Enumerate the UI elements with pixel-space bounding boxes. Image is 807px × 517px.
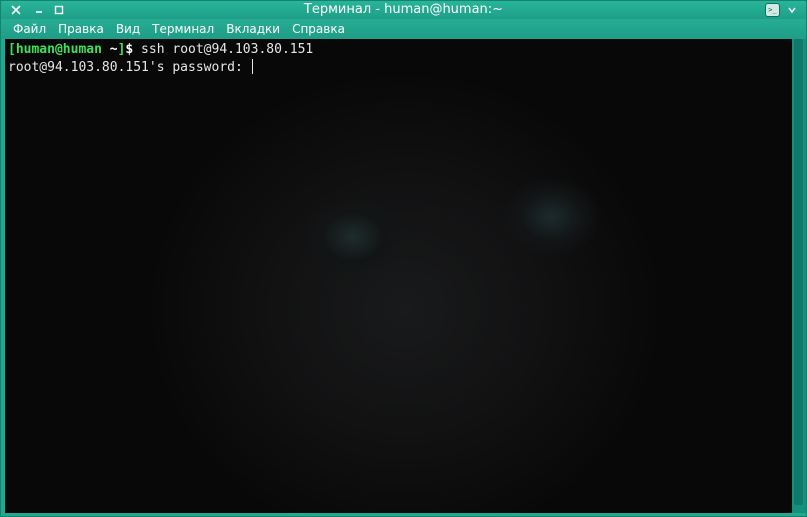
prompt-user-host: human@human [15,42,102,57]
terminal-window: Терминал - human@human:~ >_ Файл Правка … [0,0,807,517]
prompt-bracket-open: [ [8,42,16,57]
menu-file[interactable]: Файл [1,19,52,39]
terminal-icon-glyph: >_ [768,5,777,14]
menu-bar: Файл Правка Вид Терминал Вкладки Справка [1,19,806,39]
terminal-area[interactable]: [human@human ~]$ ssh root@94.103.80.151 … [5,39,792,513]
terminal-icon[interactable]: >_ [765,3,780,17]
maximize-icon[interactable] [51,2,67,17]
password-prompt: root@94.103.80.151's password: [8,60,251,75]
close-icon[interactable] [8,2,24,17]
menu-edit[interactable]: Правка [52,19,110,39]
prompt-directory: ~ [101,42,118,57]
menu-view[interactable]: Вид [110,19,146,39]
window-menu-icon[interactable] [784,2,800,17]
terminal-line-password: root@94.103.80.151's password: [8,59,253,77]
menu-tabs[interactable]: Вкладки [220,19,286,39]
terminal-line-command: [human@human ~]$ ssh root@94.103.80.151 [8,41,313,59]
title-bar[interactable]: Терминал - human@human:~ >_ [1,1,806,19]
menu-help[interactable]: Справка [286,19,351,39]
menu-terminal[interactable]: Терминал [146,19,220,39]
scrollbar-thumb[interactable] [794,39,803,505]
command-text: ssh root@94.103.80.151 [133,42,314,57]
vertical-scrollbar[interactable] [792,39,806,513]
minimize-icon[interactable] [31,2,47,17]
text-cursor [251,59,253,74]
window-title: Терминал - human@human:~ [303,2,504,17]
